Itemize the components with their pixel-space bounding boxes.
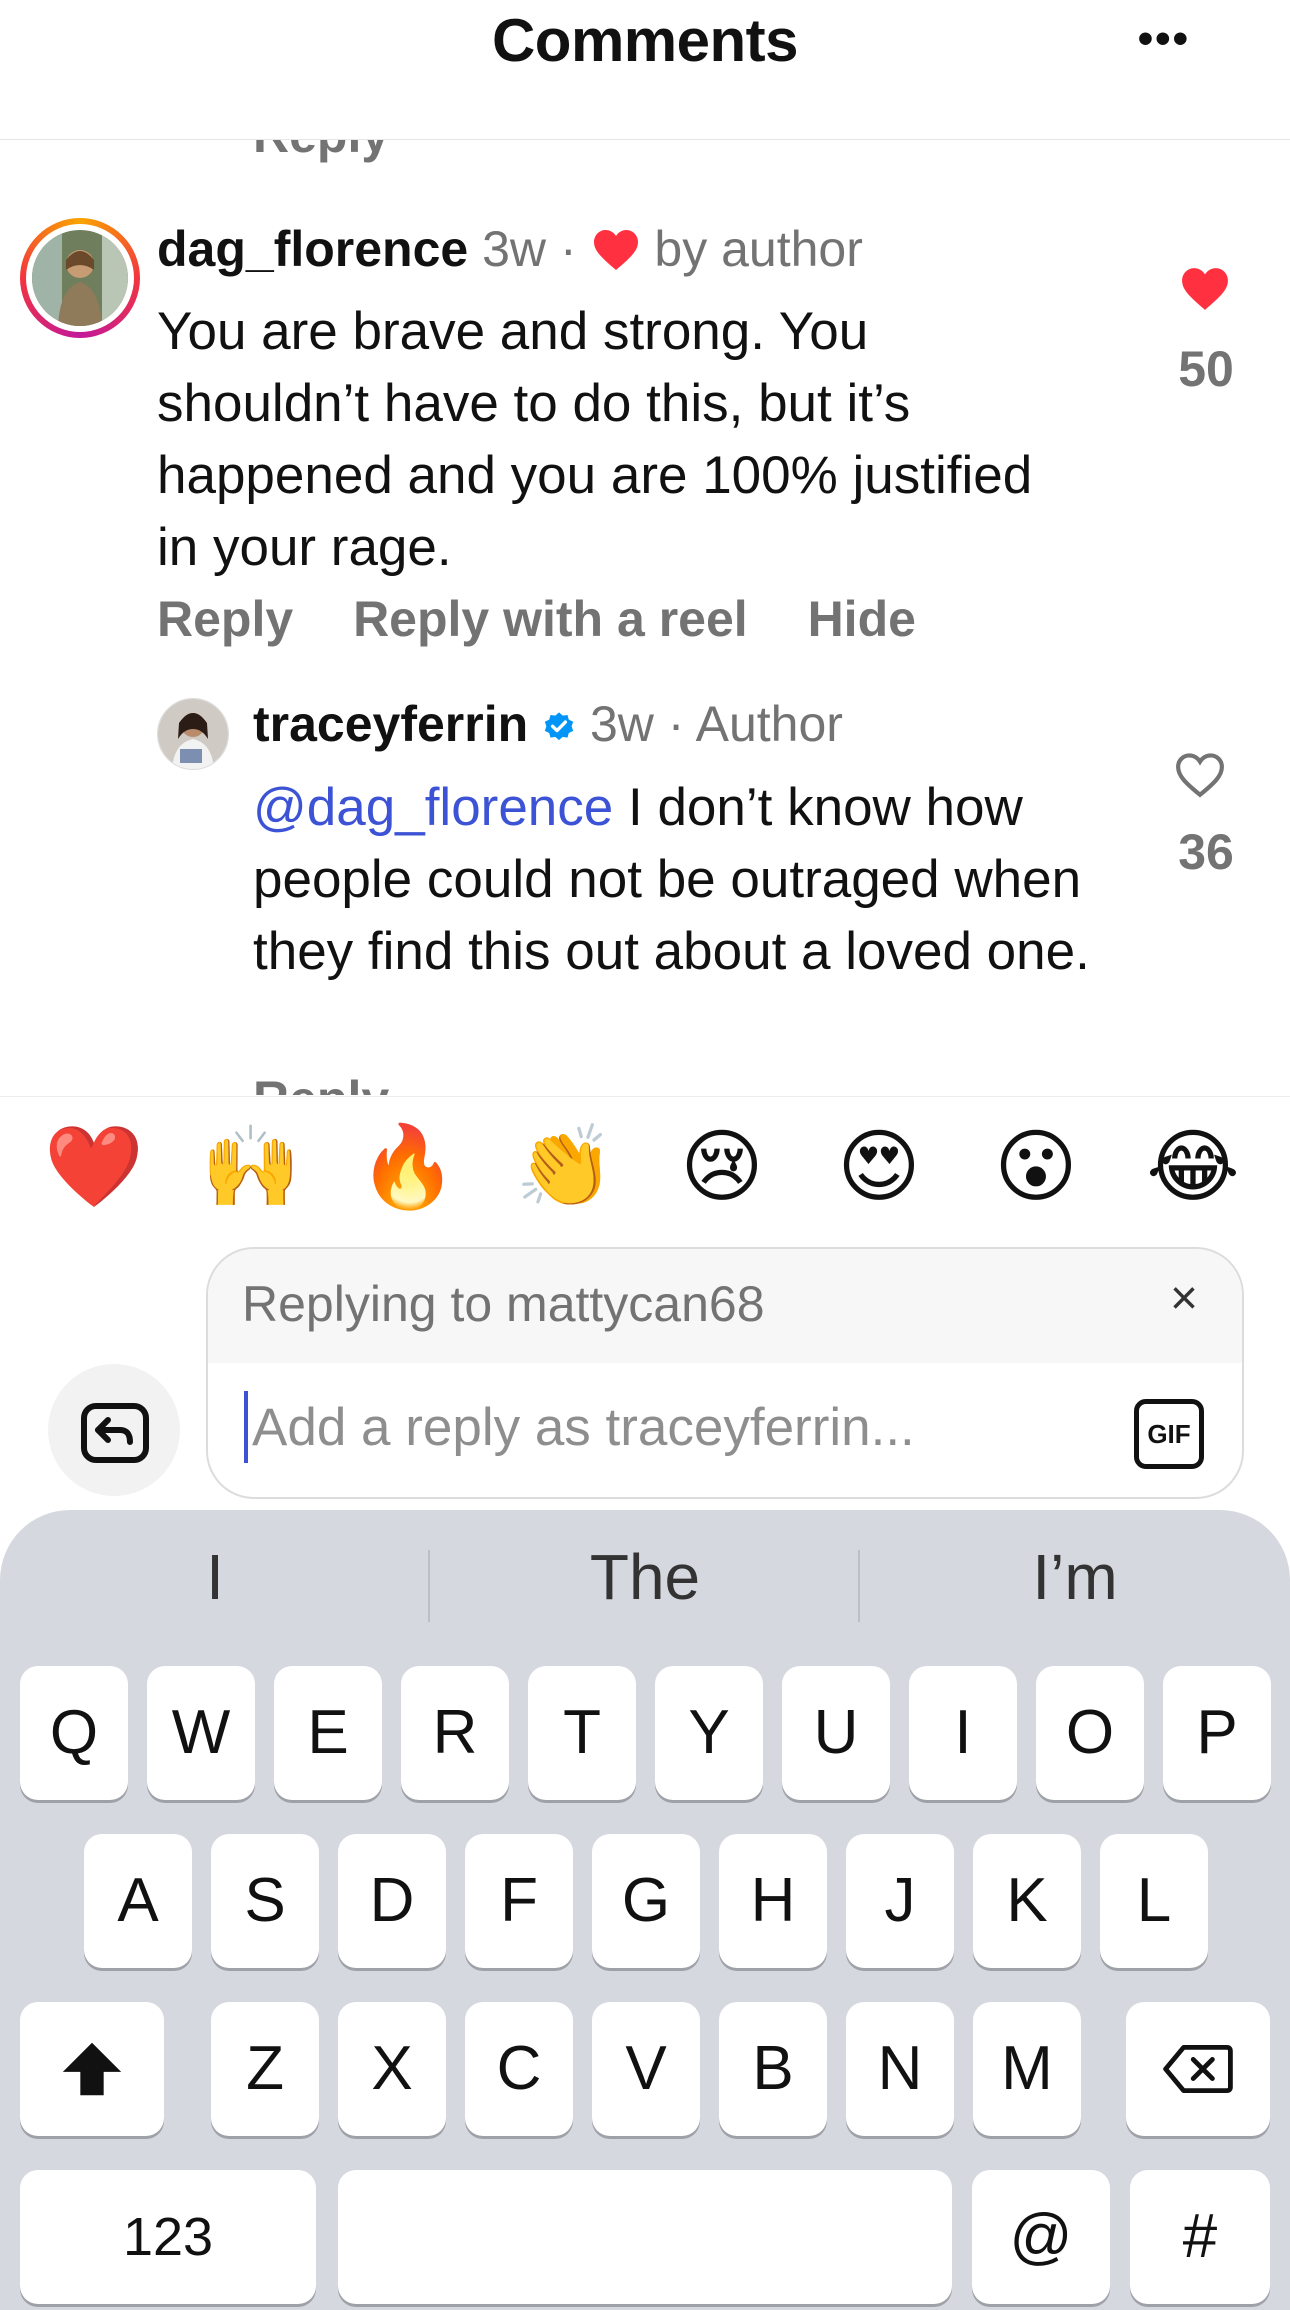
comments-list[interactable]: Reply dag_florence 3w · by author You ar… [0, 140, 1290, 1095]
key-c[interactable]: C [465, 2002, 573, 2136]
comments-header: Comments ••• [0, 0, 1290, 140]
key-i[interactable]: I [909, 1666, 1017, 1800]
suggestion-2[interactable]: The [430, 1540, 860, 1614]
reply-mode-button[interactable] [48, 1364, 180, 1496]
author-label: Author [695, 696, 843, 752]
reply-arrow-icon [81, 1403, 149, 1463]
reply-header: traceyferrin 3w · Author [253, 696, 843, 752]
avatar-dag-florence[interactable] [20, 218, 140, 338]
previous-reply-button[interactable]: Reply [253, 140, 389, 164]
comment-time: 3w [482, 221, 547, 277]
key-v[interactable]: V [592, 2002, 700, 2136]
shift-arrow-icon [62, 2042, 122, 2095]
numbers-key[interactable]: 123 [20, 2170, 316, 2304]
by-author-label: by author [654, 221, 863, 277]
key-m[interactable]: M [973, 2002, 1081, 2136]
reply-with-reel-button[interactable]: Reply with a reel [353, 591, 748, 647]
key-l[interactable]: L [1100, 1834, 1208, 1968]
reply-text: @dag_florence I don’t know how people co… [253, 772, 1133, 988]
close-icon[interactable]: × [1170, 1271, 1198, 1326]
emoji-clapping-hands[interactable]: 👏 [515, 1117, 615, 1217]
key-h[interactable]: H [719, 1834, 827, 1968]
backspace-key[interactable] [1126, 2002, 1270, 2136]
profile-photo-icon [32, 230, 128, 326]
comment-actions: Reply Reply with a reel Hide [157, 590, 962, 648]
emoji-red-heart[interactable]: ❤️ [44, 1117, 144, 1217]
reply-button[interactable]: Reply [157, 591, 293, 647]
key-f[interactable]: F [465, 1834, 573, 1968]
liked-by-author-heart-icon [591, 221, 655, 277]
reply-input-wrapper [244, 1389, 1084, 1469]
like-heart-outline-icon[interactable] [1175, 752, 1235, 803]
like-heart-filled-icon[interactable] [1170, 266, 1240, 317]
comment-username[interactable]: dag_florence [157, 221, 468, 277]
verified-badge-icon [542, 696, 590, 752]
key-z[interactable]: Z [211, 2002, 319, 2136]
key-x[interactable]: X [338, 2002, 446, 2136]
backspace-icon [1163, 2044, 1233, 2093]
emoji-crying-face[interactable]: 😢 [672, 1117, 772, 1217]
mention-link[interactable]: @dag_florence [253, 778, 613, 837]
keyboard: I The I’m Q W E R T Y U I O P A S D F G … [0, 1510, 1290, 2310]
reply-input[interactable] [252, 1389, 1072, 1465]
key-e[interactable]: E [274, 1666, 382, 1800]
key-b[interactable]: B [719, 2002, 827, 2136]
shift-key[interactable] [20, 2002, 164, 2136]
suggestion-1[interactable]: I [0, 1540, 430, 1614]
key-y[interactable]: Y [655, 1666, 763, 1800]
at-key[interactable]: @ [972, 2170, 1110, 2304]
avatar-traceyferrin[interactable] [157, 698, 229, 770]
more-options-button[interactable]: ••• [1138, 14, 1190, 64]
key-t[interactable]: T [528, 1666, 636, 1800]
replying-to-banner: Replying to mattycan68 × [208, 1249, 1242, 1363]
emoji-heart-eyes[interactable]: 😍 [829, 1117, 929, 1217]
emoji-raising-hands[interactable]: 🙌 [201, 1117, 301, 1217]
reply-composer: Replying to mattycan68 × GIF [206, 1247, 1244, 1499]
key-o[interactable]: O [1036, 1666, 1144, 1800]
key-s[interactable]: S [211, 1834, 319, 1968]
reply-time: 3w [589, 696, 654, 752]
space-bar[interactable] [338, 2170, 952, 2304]
reply-username[interactable]: traceyferrin [253, 696, 528, 752]
hide-button[interactable]: Hide [808, 591, 916, 647]
page-title: Comments [491, 7, 799, 74]
key-d[interactable]: D [338, 1834, 446, 1968]
key-k[interactable]: K [973, 1834, 1081, 1968]
emoji-surprised-face[interactable]: 😮 [986, 1117, 1086, 1217]
key-q[interactable]: Q [20, 1666, 128, 1800]
gif-button[interactable]: GIF [1134, 1399, 1204, 1469]
hash-key[interactable]: # [1130, 2170, 1270, 2304]
key-j[interactable]: J [846, 1834, 954, 1968]
key-r[interactable]: R [401, 1666, 509, 1800]
key-w[interactable]: W [147, 1666, 255, 1800]
replying-to-label: Replying to mattycan68 [242, 1276, 765, 1332]
emoji-fire[interactable]: 🔥 [358, 1117, 458, 1217]
key-n[interactable]: N [846, 2002, 954, 2136]
comment-text: You are brave and strong. You shouldn’t … [157, 302, 1033, 577]
text-cursor [244, 1391, 248, 1463]
suggestion-3[interactable]: I’m [860, 1540, 1290, 1614]
quick-emoji-bar: ❤️ 🙌 🔥 👏 😢 😍 😮 😂 [0, 1096, 1290, 1237]
like-count: 50 [1178, 341, 1234, 397]
emoji-tears-of-joy[interactable]: 😂 [1143, 1117, 1243, 1217]
key-u[interactable]: U [782, 1666, 890, 1800]
key-a[interactable]: A [84, 1834, 192, 1968]
comment-header: dag_florence 3w · by author [157, 221, 863, 277]
key-g[interactable]: G [592, 1834, 700, 1968]
reply-reply-button[interactable]: Reply [253, 1070, 389, 1095]
reply-like-count: 36 [1178, 824, 1234, 880]
key-p[interactable]: P [1163, 1666, 1271, 1800]
